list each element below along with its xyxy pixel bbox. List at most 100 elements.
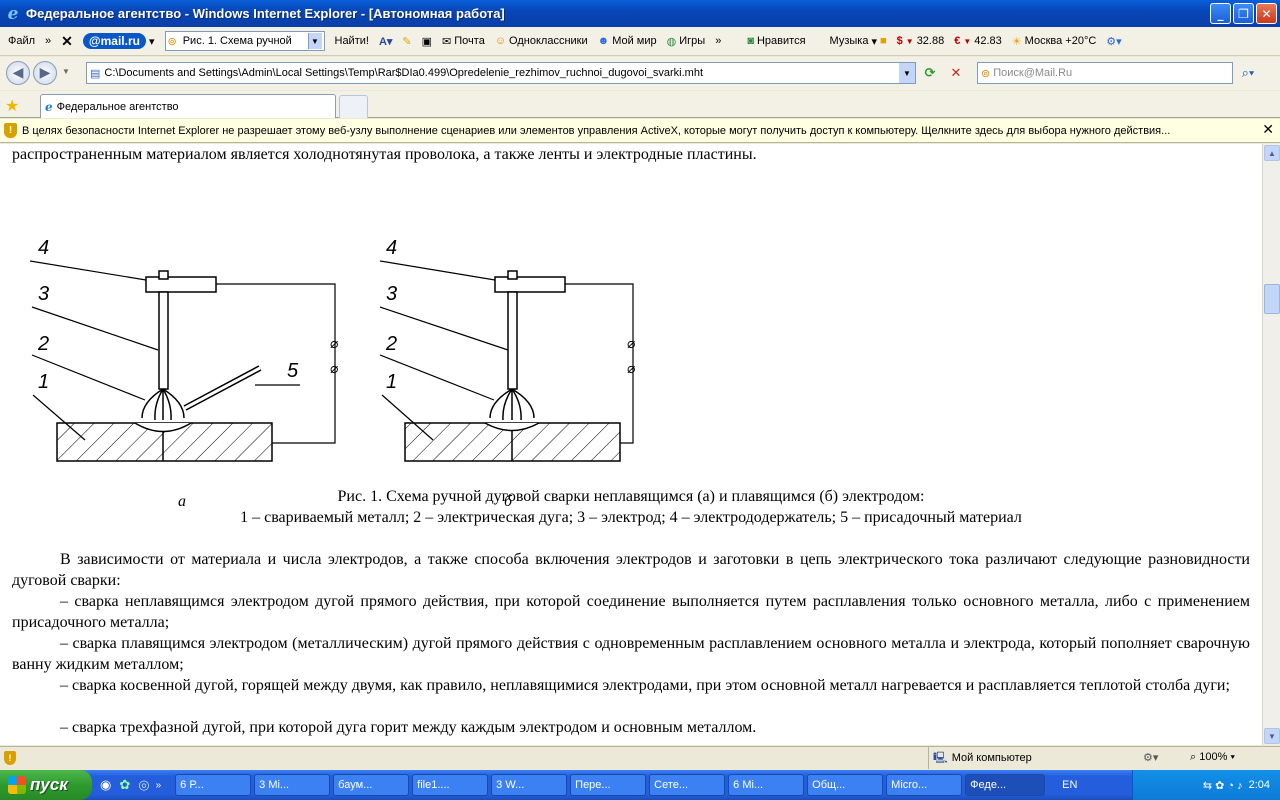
file-menu[interactable]: Файл	[8, 35, 35, 47]
eur-rate[interactable]: € ▼ 42.83	[954, 35, 1002, 47]
security-infobar[interactable]: ! В целях безопасности Internet Explorer…	[0, 119, 1280, 143]
chevron-down-icon[interactable]: ▼	[307, 33, 322, 49]
paragraph-type-2: – сварка плавящимся электродом (металлич…	[12, 635, 1250, 673]
odnoklassniki-link[interactable]: ☺ Одноклассники	[495, 35, 588, 47]
games-link[interactable]: ◍ Игры	[667, 35, 706, 48]
windows-flag-icon	[8, 776, 26, 794]
computer-icon: 🖳	[933, 751, 948, 764]
ie-logo-icon: e	[7, 3, 19, 24]
start-button[interactable]: пуск	[0, 770, 92, 800]
address-bar: ◀ ▶ ▼ ▤ C:\Documents and Settings\Admin\…	[0, 57, 1280, 90]
scroll-up-icon[interactable]: ▲	[1264, 145, 1280, 161]
taskbar-button-11[interactable]: Феде...	[965, 774, 1046, 796]
chevron-down-icon[interactable]: ▼	[899, 63, 915, 83]
taskbar-button-3[interactable]: баум...	[333, 774, 410, 796]
search-go-button[interactable]: ⌕▾	[1236, 63, 1260, 83]
label-1-b: 1	[386, 371, 397, 393]
address-url: C:\Documents and Settings\Admin\Local Se…	[104, 67, 704, 79]
music-menu[interactable]: Музыка ▾ ■	[830, 35, 887, 48]
label-2-b: 2	[385, 333, 397, 355]
favorites-star-icon[interactable]: ★	[5, 96, 19, 116]
taskbar-button-7[interactable]: Сете...	[649, 774, 726, 796]
maximize-button[interactable]: ❐	[1233, 3, 1254, 24]
label-4-a: 4	[38, 237, 49, 259]
page-icon[interactable]: ▣	[422, 35, 432, 48]
quicklaunch-chrome-icon[interactable]: ◉	[100, 777, 111, 793]
language-indicator[interactable]: EN	[1062, 779, 1077, 791]
tab-label: Федеральное агентство	[56, 100, 179, 113]
like-link[interactable]: ◙ Нравится	[747, 35, 805, 47]
paragraph-intro-types: В зависимости от материала и числа элект…	[12, 551, 1250, 589]
paragraph-type-1: – сварка неплавящимся электродом дугой п…	[12, 593, 1250, 631]
taskbar-button-4[interactable]: file1....	[412, 774, 489, 796]
search-icon: ⊚	[981, 67, 991, 80]
protected-mode-icon[interactable]: ⚙▾	[1143, 751, 1158, 764]
window-title: Федеральное агентство - Windows Internet…	[26, 6, 505, 21]
zoom-icon: ⌕	[1190, 751, 1197, 763]
tab-federal-agency[interactable]: e Федеральное агентство	[40, 94, 336, 118]
weather-widget[interactable]: ☀ Москва +20°C	[1012, 35, 1097, 48]
taskbar-button-8[interactable]: 6 Mi...	[728, 774, 805, 796]
mailru-logo[interactable]: @mail.ru ▾	[82, 33, 155, 49]
shield-icon: !	[4, 123, 17, 138]
clock[interactable]: 2:04	[1249, 779, 1270, 791]
close-infobar-icon[interactable]: ✕	[1262, 122, 1274, 138]
diagram-b: ⌀ ⌀	[379, 260, 636, 462]
infobar-text: В целях безопасности Internet Explorer н…	[22, 124, 1171, 137]
scroll-down-icon[interactable]: ▼	[1264, 728, 1280, 744]
highlight-icon[interactable]: ✎	[402, 35, 411, 48]
stop-icon[interactable]: ✕	[946, 63, 966, 83]
usd-rate[interactable]: $ ▼ 32.88	[897, 35, 945, 47]
svg-text:⌀: ⌀	[330, 336, 339, 352]
settings-icon[interactable]: ⚙▾	[1106, 35, 1121, 48]
label-4-b: 4	[386, 237, 397, 259]
quicklaunch-more-icon[interactable]: »	[156, 780, 162, 791]
search-input[interactable]: ⊚ Поиск@Mail.Ru	[977, 62, 1233, 84]
security-zone: 🖳 Мой компьютер	[928, 747, 1032, 769]
svg-text:⌀: ⌀	[627, 361, 636, 377]
taskbar-button-10[interactable]: Micro...	[886, 774, 963, 796]
taskbar-button-1[interactable]: 6 Р...	[175, 774, 252, 796]
quicklaunch-ie-icon[interactable]: ◎	[138, 777, 149, 793]
taskbar-button-5[interactable]: 3 W...	[491, 774, 568, 796]
scroll-thumb[interactable]	[1264, 284, 1280, 314]
welding-diagram: ⌀ ⌀ ⌀ ⌀ 4 3 2 1 5 4 3 2 1 а б	[30, 237, 636, 510]
quicklaunch-agent-icon[interactable]: ✿	[119, 777, 130, 793]
taskbar-button-9[interactable]: Общ...	[807, 774, 884, 796]
find-button[interactable]: Найти!	[335, 35, 369, 47]
back-button[interactable]: ◀	[6, 61, 30, 85]
odnoklassniki-icon: ☺	[494, 35, 507, 47]
ie-tab-icon: e	[45, 99, 53, 114]
sun-icon: ☀	[1011, 35, 1022, 48]
intro-paragraph: распространенным материалом является хол…	[12, 146, 757, 163]
figure-caption-title: Рис. 1. Схема ручной дуговой сварки непл…	[337, 488, 925, 505]
close-toolbar-icon[interactable]: ✕	[61, 33, 73, 50]
taskbar-button-6[interactable]: Пере...	[570, 774, 647, 796]
label-2-a: 2	[37, 333, 49, 355]
chevron-more-icon[interactable]: »	[45, 35, 51, 47]
title-bar: e Федеральное агентство - Windows Intern…	[0, 0, 1280, 27]
history-dropdown-icon[interactable]: ▼	[62, 67, 70, 76]
refresh-icon[interactable]: ⟳	[920, 63, 940, 83]
status-bar: ! 🖳 Мой компьютер ⚙▾ ⌕ 100% ▾	[0, 746, 1280, 770]
page-content: распространенным материалом является хол…	[0, 144, 1262, 745]
tray-icons[interactable]: ⇆ ✿ ◔ ♪	[1203, 779, 1243, 792]
moy-mir-link[interactable]: ☻ Мой мир	[598, 35, 657, 47]
search-icon: ⊚	[167, 35, 177, 48]
new-tab-button[interactable]	[339, 95, 368, 118]
font-icon[interactable]: A▾	[379, 35, 392, 48]
zoom-control[interactable]: ⌕ 100% ▾	[1190, 751, 1235, 764]
minimize-button[interactable]: _	[1210, 3, 1231, 24]
svg-text:⌀: ⌀	[627, 336, 636, 352]
taskbar-button-2[interactable]: 3 Mi...	[254, 774, 331, 796]
shield-icon[interactable]: !	[4, 751, 16, 765]
toolbar-search-combo[interactable]: ⊚ Рис. 1. Схема ручной ▼	[164, 31, 325, 51]
music-icon: ■	[879, 35, 887, 47]
vertical-scrollbar[interactable]: ▲ ▼	[1262, 144, 1280, 745]
mail-link[interactable]: ✉ Почта	[442, 35, 485, 48]
close-button[interactable]: ✕	[1256, 3, 1277, 24]
menu-toolbar: Файл » ✕ @mail.ru ▾ ⊚ Рис. 1. Схема ручно…	[0, 27, 1280, 56]
more-chevron-icon[interactable]: »	[715, 35, 721, 47]
address-field[interactable]: ▤ C:\Documents and Settings\Admin\Local …	[86, 62, 916, 84]
forward-button[interactable]: ▶	[33, 61, 57, 85]
